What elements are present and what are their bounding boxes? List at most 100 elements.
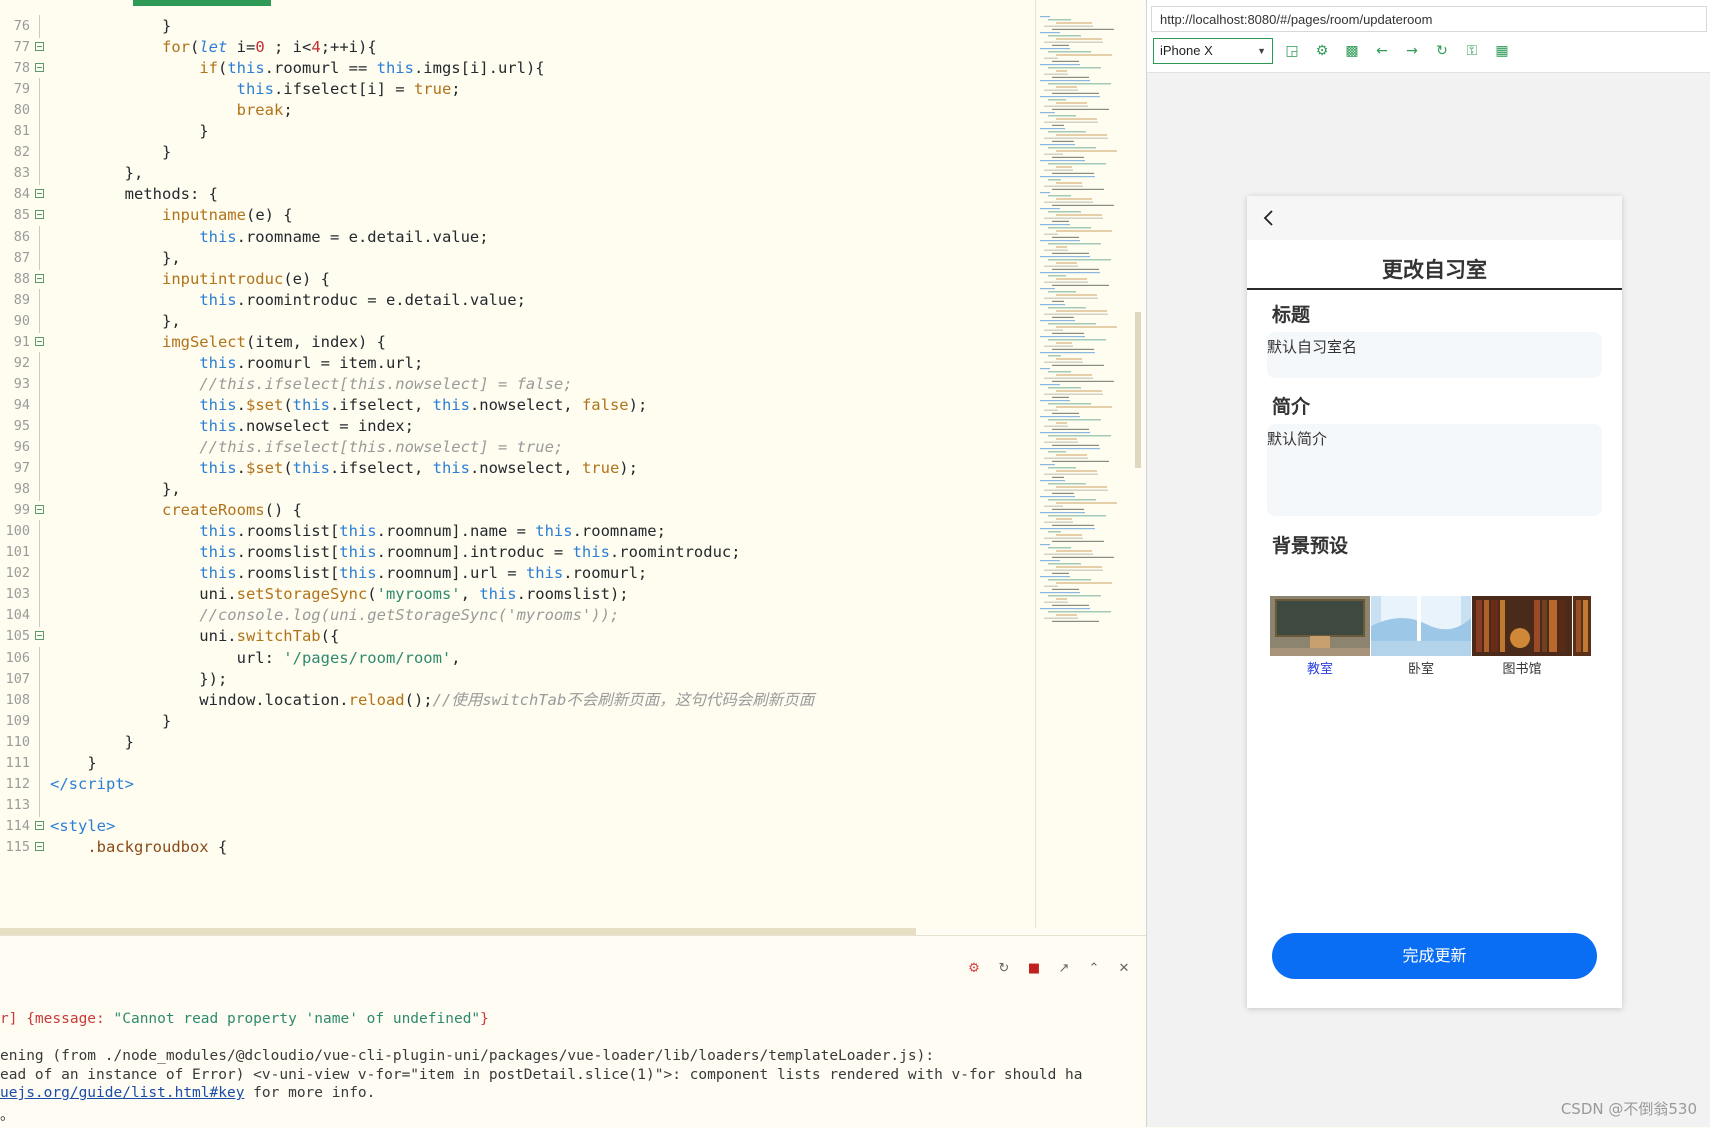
code-text: uni.switchTab({ [50,627,340,646]
code-line[interactable]: 115 .backgroudbox { [0,836,1035,859]
fold-toggle-icon[interactable] [35,273,44,283]
forward-arrow-icon[interactable]: → [1403,42,1421,60]
device-select[interactable]: iPhone X ▼ [1153,38,1273,64]
restart-icon[interactable]: ↻ [996,960,1012,976]
back-icon[interactable] [1259,208,1279,228]
code-line[interactable]: 110 } [0,730,1035,754]
code-line[interactable]: 105 uni.switchTab({ [0,625,1035,648]
stop-icon[interactable]: ■ [1026,960,1042,976]
minimap-line [1052,252,1089,254]
thumb-partial[interactable] [1573,596,1591,656]
code-line[interactable]: 82 } [0,141,1035,165]
code-line[interactable]: 111 } [0,751,1035,775]
line-number: 114 [5,817,30,834]
code-line[interactable]: 77 for(let i=0 ; i<4;++i){ [0,36,1035,59]
thumb-bedroom[interactable] [1371,596,1471,656]
thumb-label[interactable]: 教室 [1270,658,1370,677]
code-line[interactable]: 80 break; [0,99,1035,123]
code-line[interactable]: 76 } [0,15,1035,38]
open-external-icon[interactable]: ↗ [1056,960,1072,976]
code-line[interactable]: 94 this.$set(this.ifselect, this.nowsele… [0,393,1035,417]
line-number: 109 [5,712,30,729]
line-number: 111 [5,754,30,771]
code-line[interactable]: 101 this.roomslist[this.roomnum].introdu… [0,541,1035,565]
code-line[interactable]: 88 inputintroduc(e) { [0,268,1035,291]
intro-textarea[interactable]: 默认简介 [1267,424,1602,516]
code-line[interactable]: 81 } [0,120,1035,144]
fold-toggle-icon[interactable] [35,841,44,851]
horizontal-scrollbar[interactable] [0,928,916,935]
console-line: ead of an instance of Error) <v-uni-view… [0,1067,1083,1083]
clear-console-icon[interactable]: ✕ [1116,960,1132,976]
back-arrow-icon[interactable]: ← [1373,42,1391,60]
code-line[interactable]: 99 createRooms() { [0,499,1035,522]
code-line[interactable]: 85 inputname(e) { [0,204,1035,227]
fold-toggle-icon[interactable] [35,336,44,346]
minimap[interactable] [1035,0,1141,928]
fold-toggle-icon[interactable] [35,63,44,73]
code-editor[interactable]: 76 } 77 for(let i=0 ; i<4;++i){78 if(this… [0,0,1141,928]
code-line[interactable]: 96 //this.ifselect[this.nowselect] = tru… [0,436,1035,459]
lock-icon[interactable]: ⚿ [1463,42,1481,60]
code-line[interactable]: 84 methods: { [0,183,1035,206]
code-text: this.roomslist[this.roomnum].url = this.… [199,564,648,583]
code-line[interactable]: 98 }, [0,478,1035,502]
code-line[interactable]: 83 }, [0,162,1035,186]
fold-toggle-icon[interactable] [35,210,44,220]
code-line[interactable]: 109 } [0,709,1035,733]
code-line[interactable]: 102 this.roomslist[this.roomnum].url = t… [0,562,1035,586]
thumb-classroom[interactable] [1270,596,1370,656]
minimap-line [1052,364,1104,366]
refresh-icon[interactable]: ↻ [1433,42,1451,60]
code-line[interactable]: 106 url: '/pages/room/room', [0,646,1035,670]
thumb-library[interactable] [1472,596,1572,656]
code-line[interactable]: 108 window.location.reload();//使用switchT… [0,688,1035,712]
code-line[interactable]: 97 this.$set(this.ifselect, this.nowsele… [0,457,1035,481]
title-input[interactable]: 默认自习室名 [1267,332,1602,378]
minimap-line [1056,390,1102,392]
code-line[interactable]: 100 this.roomslist[this.roomnum].name = … [0,520,1035,544]
fold-toggle-icon[interactable] [35,505,44,515]
fold-toggle-icon[interactable] [35,631,44,641]
minimap-line [1040,240,1080,242]
console-icon[interactable]: ▩ [1343,42,1361,60]
code-line[interactable]: 114 <style> [0,815,1035,838]
settings-icon[interactable]: ⚙ [1313,42,1331,60]
minimap-line [1044,489,1108,491]
code-line[interactable]: 112 </script> [0,772,1035,796]
fold-toggle-icon[interactable] [35,189,44,199]
code-line[interactable]: 89 this.roomintroduc = e.detail.value; [0,288,1035,312]
minimap-line [1052,540,1104,542]
url-input[interactable]: http://localhost:8080/#/pages/room/updat… [1151,6,1707,32]
code-text: this.ifselect[i] = true; [236,80,461,99]
rotate-icon[interactable]: ◲ [1283,42,1301,60]
fold-toggle-icon[interactable] [35,820,44,830]
code-line[interactable]: 95 this.nowselect = index; [0,414,1035,438]
code-line[interactable]: 92 this.roomurl = item.url; [0,351,1035,375]
code-line[interactable]: 91 imgSelect(item, index) { [0,331,1035,354]
code-line[interactable]: 79 this.ifselect[i] = true; [0,78,1035,102]
minimap-scroll-thumb[interactable] [1135,312,1141,468]
code-text: this.$set(this.ifselect, this.nowselect,… [199,459,638,478]
code-line[interactable]: 78 if(this.roomurl == this.imgs[i].url){ [0,57,1035,80]
code-line[interactable]: 87 }, [0,246,1035,270]
code-line[interactable]: 107 }); [0,667,1035,691]
console-toolbar: ⚙ ↻ ■ ↗ ⌃ ✕ [966,960,1132,976]
minimap-line [1044,473,1098,475]
debug-icon[interactable]: ⚙ [966,960,982,976]
code-line[interactable]: 104 //console.log(uni.getStorageSync('my… [0,604,1035,628]
code-line[interactable]: 86 this.roomname = e.detail.value; [0,225,1035,249]
chevron-up-icon[interactable]: ⌃ [1086,960,1102,976]
code-line[interactable]: 103 uni.setStorageSync('myrooms', this.r… [0,583,1035,607]
thumb-label[interactable]: 卧室 [1371,658,1471,677]
thumb-label[interactable]: 图书馆 [1472,658,1572,677]
code-line[interactable]: 113 [0,793,1035,817]
submit-update-button[interactable]: 完成更新 [1272,933,1597,979]
line-number: 100 [5,523,30,540]
code-line[interactable]: 90 }, [0,309,1035,333]
qr-code-icon[interactable]: ▦ [1493,42,1511,60]
code-line[interactable]: 93 //this.ifselect[this.nowselect] = fal… [0,372,1035,396]
minimap-line [1056,230,1112,232]
line-number: 96 [13,439,30,455]
fold-toggle-icon[interactable] [35,42,44,52]
